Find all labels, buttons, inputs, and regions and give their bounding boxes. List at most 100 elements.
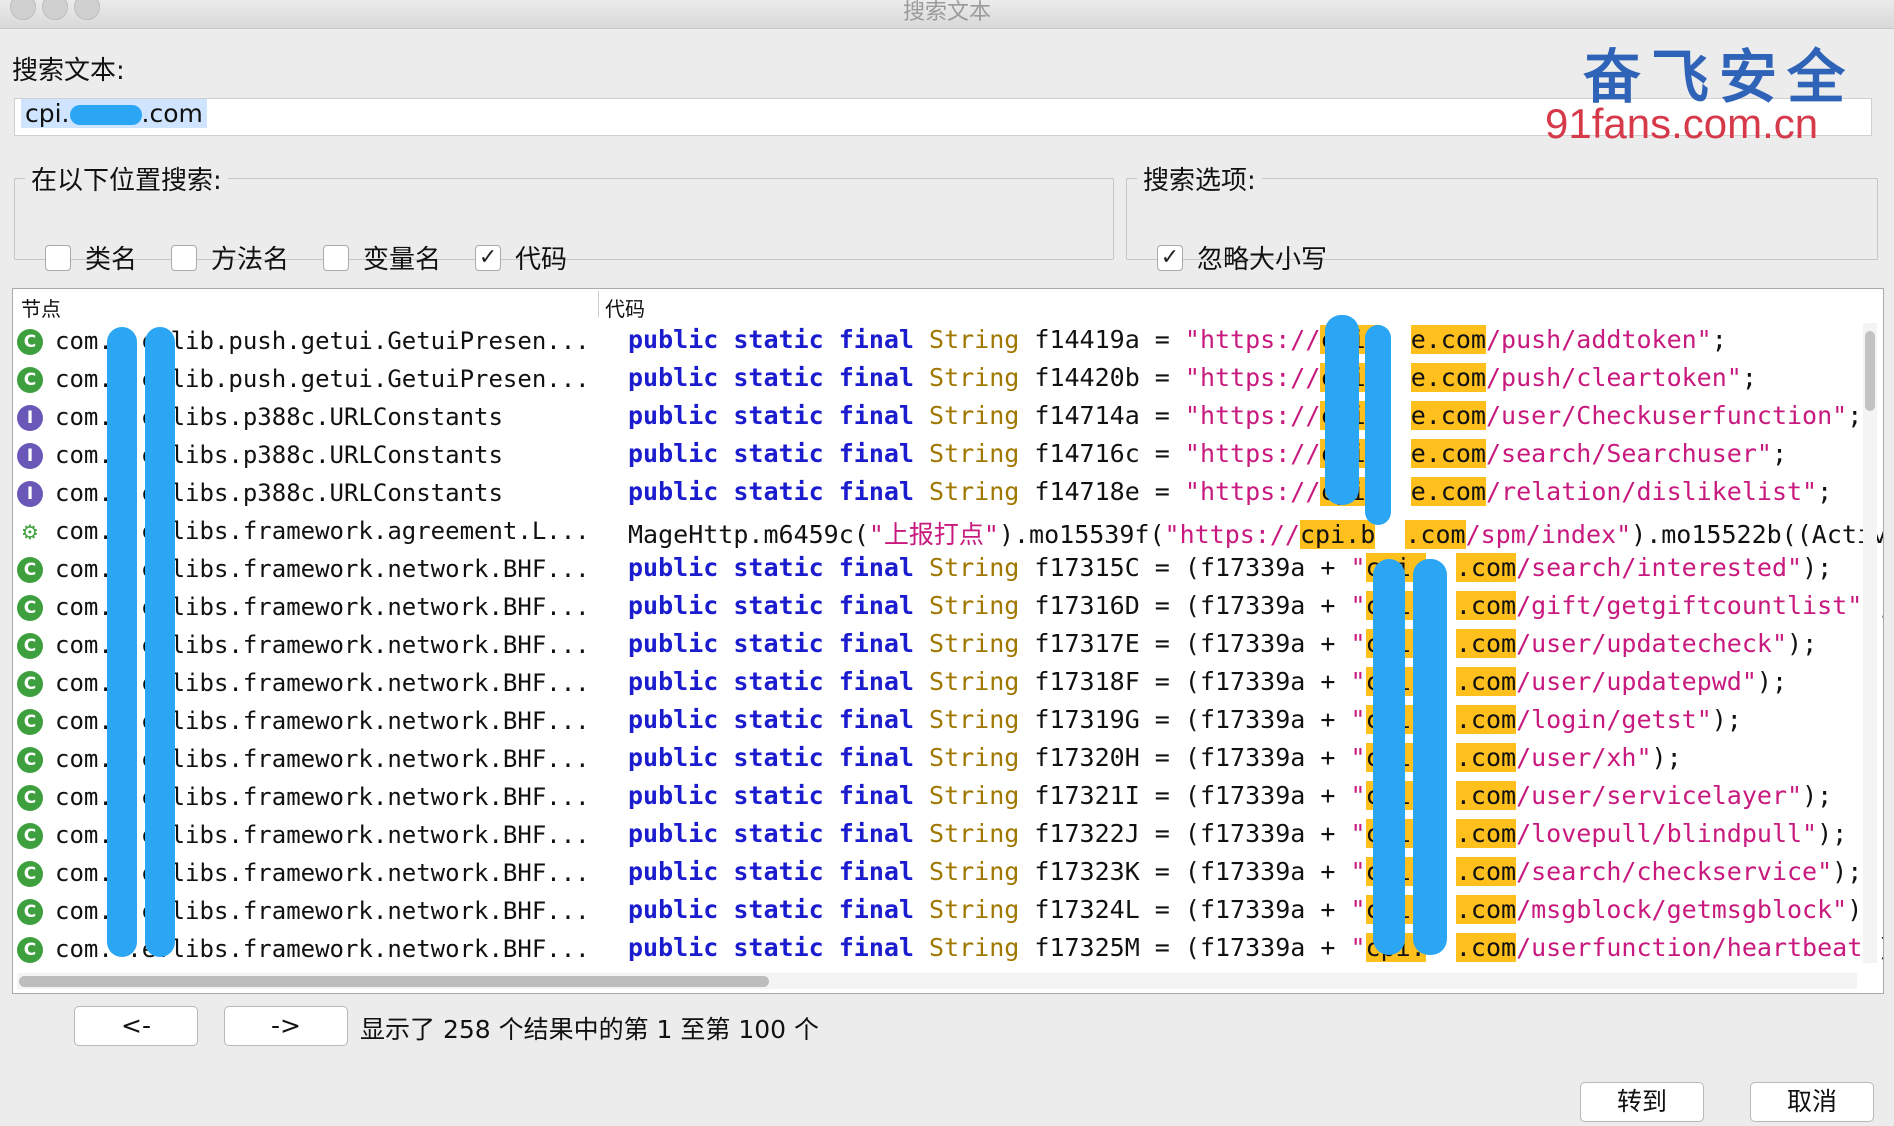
- code-token: f14716c =: [1034, 439, 1185, 468]
- horizontal-scrollbar[interactable]: [17, 973, 1857, 989]
- code-token: );: [1802, 781, 1833, 810]
- class-icon: C: [17, 709, 43, 735]
- next-page-button[interactable]: ->: [224, 1006, 348, 1046]
- interface-icon: I: [17, 405, 43, 431]
- table-row[interactable]: Ccom. .e.libs.framework.network.BHF... pu…: [13, 779, 1855, 817]
- search-location-option-label: 方法名: [211, 245, 290, 275]
- redaction-mask: [1373, 559, 1405, 955]
- search-location-option-label: 变量名: [363, 245, 442, 275]
- code-token: ): [1877, 933, 1883, 962]
- code-token: );: [1817, 819, 1848, 848]
- table-row[interactable]: Ccom. .e.libs.framework.network.BHF... pu…: [13, 893, 1877, 931]
- class-icon: C: [17, 595, 43, 621]
- code-token: ": [1350, 629, 1366, 658]
- code-token: ;: [1741, 363, 1757, 392]
- code-token: ": [1350, 781, 1366, 810]
- code-token: public static final: [628, 325, 930, 354]
- table-row[interactable]: Ccom. .e.libs.framework.network.BHF... pu…: [13, 627, 1855, 665]
- search-options-list: ✓ 忽略大小写: [1157, 239, 1361, 276]
- code-token: String: [929, 895, 1035, 924]
- code-token: ;: [1847, 401, 1863, 430]
- code-token: e.com: [1410, 401, 1486, 430]
- table-row[interactable]: Ccom. .e.libs.framework.network.BHF... pu…: [13, 931, 1883, 969]
- code-token: /login/getst": [1516, 705, 1712, 734]
- code-token: e.com: [1410, 477, 1486, 506]
- row-code: public static final String f17320H = (f1…: [628, 743, 1682, 772]
- table-row[interactable]: Ccom. .e.libs.framework.network.BHF... pu…: [13, 741, 1855, 779]
- code-token: public static final: [628, 819, 930, 848]
- column-separator[interactable]: [598, 291, 599, 317]
- row-code: public static final String f17315C = (f1…: [628, 553, 1832, 582]
- horizontal-scroll-thumb[interactable]: [19, 976, 769, 987]
- code-token: /search/interested": [1516, 553, 1803, 582]
- code-token: String: [929, 477, 1035, 506]
- code-token: "https://: [1184, 401, 1321, 430]
- code-token: .com: [1455, 895, 1517, 924]
- redaction-mask: [107, 327, 137, 957]
- code-token: "上报打点": [868, 520, 999, 549]
- vertical-scroll-thumb[interactable]: [1865, 331, 1875, 411]
- code-token: ": [1350, 933, 1366, 962]
- code-token: String: [929, 325, 1035, 354]
- code-token: f17322J = (f17339a +: [1034, 819, 1351, 848]
- window-title: 搜索文本: [902, 0, 991, 25]
- prev-page-button[interactable]: <-: [74, 1006, 198, 1046]
- code-token: String: [929, 667, 1035, 696]
- search-location-option[interactable]: ✓ 代码: [475, 239, 567, 276]
- checkbox[interactable]: [323, 244, 350, 271]
- code-token: String: [929, 553, 1035, 582]
- row-code: public static final String f14420b = "ht…: [628, 363, 1757, 392]
- table-row[interactable]: Ccom. .e.libs.framework.network.BHF... pu…: [13, 703, 1855, 741]
- code-token: .com: [1455, 553, 1517, 582]
- code-token: MageHttp.m6459c(: [628, 520, 869, 549]
- code-token: "https://: [1164, 520, 1300, 549]
- code-token: public static final: [628, 857, 930, 886]
- method-icon: ⚙: [21, 520, 39, 544]
- table-row[interactable]: Ccom. .e.libs.framework.network.BHF... pu…: [13, 551, 1855, 589]
- table-row[interactable]: Icom. .e.libs.p388c.URLConstants public s…: [13, 475, 1855, 513]
- code-token: .com: [1455, 781, 1517, 810]
- code-token: f17325M = (f17339a +: [1034, 933, 1351, 962]
- column-header-code[interactable]: 代码: [605, 293, 645, 322]
- table-row[interactable]: Ccom. .e.lib.push.getui.GetuiPresen... pu…: [13, 361, 1855, 399]
- class-icon: C: [17, 557, 43, 583]
- table-row[interactable]: Ccom. .e.libs.framework.network.BHF... pu…: [13, 855, 1862, 893]
- search-location-option[interactable]: 类名: [45, 239, 137, 276]
- column-header-node[interactable]: 节点: [21, 293, 61, 322]
- table-row[interactable]: Icom. .e.libs.p388c.URLConstants public s…: [13, 399, 1862, 437]
- code-token: .com: [1455, 667, 1517, 696]
- table-row[interactable]: Icom. .e.libs.p388c.URLConstants public s…: [13, 437, 1855, 475]
- cancel-button[interactable]: 取消: [1750, 1082, 1874, 1122]
- checkbox[interactable]: [171, 244, 198, 271]
- code-token: .com: [1455, 629, 1517, 658]
- checkbox-checked[interactable]: ✓: [475, 244, 502, 271]
- code-token: ": [1350, 895, 1366, 924]
- row-code: MageHttp.m6459c("上报打点").mo15539f("https:…: [628, 515, 1883, 551]
- vertical-scrollbar[interactable]: [1863, 323, 1877, 963]
- code-token: );: [1756, 667, 1788, 696]
- checkbox-checked[interactable]: ✓: [1157, 244, 1183, 271]
- table-row[interactable]: ⚙ com. .e.libs.framework.agreement.L... Ma…: [13, 513, 1883, 551]
- redaction-mask: [1413, 559, 1447, 955]
- code-token: String: [929, 857, 1035, 886]
- row-code: public static final String f14714a = "ht…: [628, 401, 1862, 430]
- table-row[interactable]: Ccom. .e.libs.framework.network.BHF... pu…: [13, 817, 1855, 855]
- class-icon: C: [17, 861, 43, 887]
- code-token: );: [1832, 857, 1863, 886]
- title-bar: 搜索文本: [0, 0, 1894, 29]
- search-location-option[interactable]: 方法名: [171, 239, 289, 276]
- goto-button[interactable]: 转到: [1580, 1082, 1704, 1122]
- code-token: f17318F = (f17339a +: [1034, 667, 1351, 696]
- search-location-options: 类名 方法名 变量名 ✓ 代码: [45, 239, 601, 276]
- table-row[interactable]: Ccom. .e.libs.framework.network.BHF... pu…: [13, 665, 1855, 703]
- search-option-option[interactable]: ✓ 忽略大小写: [1157, 239, 1327, 276]
- code-token: ;: [1817, 477, 1833, 506]
- code-token: String: [929, 363, 1035, 392]
- code-token: /user/servicelayer": [1516, 781, 1803, 810]
- table-row[interactable]: Ccom. .e.libs.framework.network.BHF... pu…: [13, 589, 1883, 627]
- code-token: ": [1350, 591, 1366, 620]
- table-row[interactable]: Ccom. .e.lib.push.getui.GetuiPresen... pu…: [13, 323, 1855, 361]
- code-token: f17315C = (f17339a +: [1034, 553, 1351, 582]
- checkbox[interactable]: [45, 244, 71, 271]
- search-location-option[interactable]: 变量名: [323, 239, 441, 276]
